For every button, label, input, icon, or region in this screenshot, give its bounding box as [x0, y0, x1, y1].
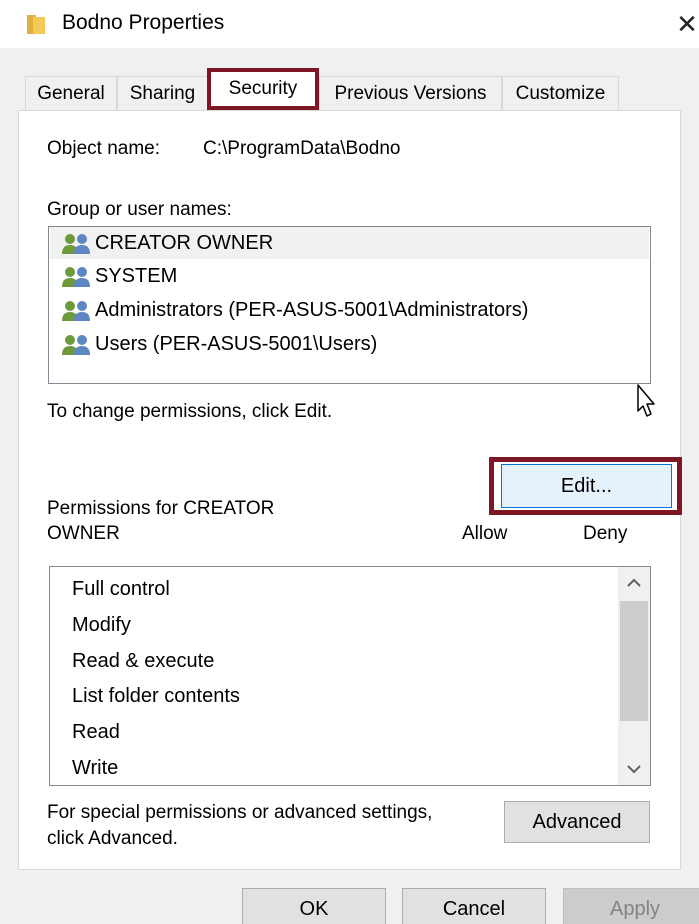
close-icon: ✕: [676, 8, 698, 39]
advanced-hint-line1: For special permissions or advanced sett…: [47, 802, 433, 823]
tab-security[interactable]: Security: [207, 68, 319, 110]
cancel-button-label: Cancel: [442, 898, 506, 920]
chevron-up-icon: [627, 578, 641, 587]
user-group-icon: [62, 335, 90, 355]
permission-row-list-folder-contents: List folder contents: [72, 685, 240, 707]
permissions-scrollbar[interactable]: [618, 567, 650, 785]
permission-row-read-execute: Read & execute: [72, 650, 215, 672]
tab-label: Customize: [515, 83, 606, 104]
group-user-list[interactable]: CREATOR OWNER SYSTEM Administrators (PER…: [48, 226, 651, 384]
user-group-icon: [62, 301, 90, 321]
apply-button-label: Apply: [609, 898, 661, 920]
tab-sharing[interactable]: Sharing: [117, 76, 208, 110]
permissions-for-label-line1: Permissions for CREATOR: [47, 498, 275, 519]
tab-label: Security: [228, 78, 298, 99]
list-item-users[interactable]: Users (PER-ASUS-5001\Users): [50, 328, 649, 360]
tab-customize[interactable]: Customize: [502, 76, 619, 110]
apply-button[interactable]: Apply: [563, 888, 699, 924]
permission-row-full-control: Full control: [72, 578, 170, 600]
group-name: Users (PER-ASUS-5001\Users): [95, 333, 378, 355]
ok-button[interactable]: OK: [242, 888, 386, 924]
deny-column-header: Deny: [583, 523, 628, 544]
window-title: Bodno Properties: [62, 11, 225, 34]
scroll-down-button[interactable]: [618, 753, 650, 785]
advanced-button[interactable]: Advanced: [504, 801, 650, 843]
close-button[interactable]: ✕: [672, 4, 699, 44]
chevron-down-icon: [627, 765, 641, 774]
object-name-value: C:\ProgramData\Bodno: [203, 138, 401, 159]
edit-button-label: Edit...: [560, 475, 613, 497]
tab-label: Sharing: [129, 83, 196, 104]
advanced-button-label: Advanced: [532, 811, 622, 833]
tab-label: General: [37, 83, 105, 104]
tab-previous-versions[interactable]: Previous Versions: [319, 76, 502, 110]
permission-row-write: Write: [72, 757, 119, 779]
list-item-system[interactable]: SYSTEM: [50, 260, 649, 292]
scroll-up-button[interactable]: [618, 567, 650, 599]
group-name: SYSTEM: [95, 265, 178, 287]
mouse-pointer-icon: [637, 384, 655, 417]
group-name: CREATOR OWNER: [95, 232, 274, 254]
user-group-icon: [62, 267, 90, 287]
permissions-list[interactable]: Full control Modify Read & execute List …: [49, 566, 651, 786]
cancel-button[interactable]: Cancel: [402, 888, 546, 924]
title-bar: Bodno Properties ✕: [0, 0, 699, 48]
ok-button-label: OK: [299, 898, 329, 920]
dialog-body: General Sharing Security Previous Versio…: [0, 48, 699, 924]
list-item-administrators[interactable]: Administrators (PER-ASUS-5001\Administra…: [50, 294, 649, 326]
list-item-creator-owner[interactable]: CREATOR OWNER: [50, 227, 649, 259]
scroll-thumb[interactable]: [620, 601, 648, 721]
user-group-icon: [62, 234, 90, 254]
allow-column-header: Allow: [462, 523, 508, 544]
change-permissions-hint: To change permissions, click Edit.: [47, 401, 333, 422]
object-name-label: Object name:: [47, 138, 160, 159]
edit-button[interactable]: Edit...: [501, 464, 672, 508]
group-list-label: Group or user names:: [47, 199, 232, 220]
permission-row-read: Read: [72, 721, 120, 743]
properties-dialog: Bodno Properties ✕ General Sharing Secur…: [0, 0, 699, 924]
tab-general[interactable]: General: [25, 76, 117, 110]
advanced-hint-line2: click Advanced.: [47, 828, 178, 849]
security-tab-panel: Object name: C:\ProgramData\Bodno Group …: [18, 110, 682, 870]
permission-row-modify: Modify: [72, 614, 131, 636]
tab-label: Previous Versions: [334, 83, 487, 104]
permissions-for-label-line2: OWNER: [47, 523, 120, 544]
group-name: Administrators (PER-ASUS-5001\Administra…: [95, 299, 529, 321]
folder-icon: [27, 15, 45, 34]
